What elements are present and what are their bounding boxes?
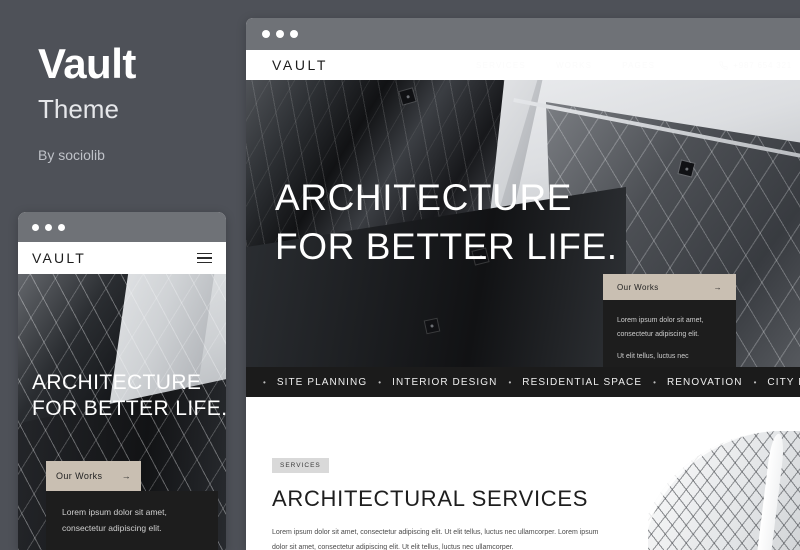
arrow-right-icon: →: [121, 471, 131, 481]
window-dot-maximize-icon[interactable]: [58, 223, 65, 231]
window-dot-close-icon[interactable]: [262, 30, 270, 38]
desktop-our-works-button[interactable]: Our Works →: [603, 274, 736, 300]
ticker-item: RESIDENTIAL SPACE: [522, 376, 643, 388]
ticker-separator: •: [753, 377, 757, 387]
desktop-intro-panel: Lorem ipsum dolor sit amet, consectetur …: [603, 300, 736, 367]
mobile-hero-line2: FOR BETTER LIFE.: [32, 397, 226, 421]
mobile-hero-heading: ARCHITECTURE FOR BETTER LIFE.: [32, 370, 226, 423]
window-dots: [262, 30, 298, 38]
mobile-navbar: VAULT: [18, 242, 226, 274]
services-body-text: Lorem ipsum dolor sit amet, consectetur …: [272, 529, 599, 550]
ticker-separator: •: [653, 377, 656, 387]
window-dot-minimize-icon[interactable]: [45, 223, 52, 231]
desktop-phone-number: +987 654 321: [733, 60, 792, 70]
desktop-preview-frame[interactable]: VAULT SERVICES WORKS PAGES +987 654 321: [246, 18, 800, 550]
mobile-browser-chrome: [18, 212, 226, 242]
ticker-item: CITY MARKS: [767, 376, 800, 388]
theme-preview-card: Vault Theme By sociolib VAULT ARCHITECTU…: [0, 0, 800, 550]
desktop-phone-link[interactable]: +987 654 321: [719, 61, 792, 70]
window-dot-minimize-icon[interactable]: [276, 30, 284, 38]
desktop-our-works-label: Our Works: [617, 282, 659, 292]
theme-author: By sociolib: [38, 147, 105, 164]
mobile-our-works-button[interactable]: Our Works →: [46, 461, 141, 491]
mobile-intro-panel: Lorem ipsum dolor sit amet, consectetur …: [46, 491, 218, 550]
desktop-browser-chrome: [246, 18, 800, 50]
desktop-logo[interactable]: VAULT: [272, 57, 328, 73]
nav-item-works[interactable]: WORKS: [556, 61, 592, 70]
window-dot-close-icon[interactable]: [32, 223, 39, 231]
ticker-item: RENOVATION: [666, 376, 743, 388]
services-badge: SERVICES: [272, 458, 329, 473]
ticker-separator: •: [378, 377, 382, 387]
window-dots: [32, 223, 65, 231]
window-dot-maximize-icon[interactable]: [290, 30, 298, 38]
nav-item-pages[interactable]: PAGES: [622, 61, 655, 70]
desktop-hero-line2: FOR BETTER LIFE.: [275, 225, 618, 267]
ticker-item: SITE PLANNING: [276, 376, 368, 388]
arrow-right-icon: →: [713, 282, 722, 292]
ticker-separator: •: [508, 377, 512, 387]
desktop-hero-heading: ARCHITECTURE FOR BETTER LIFE.: [275, 174, 618, 272]
desktop-nav-menu: SERVICES WORKS PAGES: [476, 61, 655, 70]
theme-subtitle: Theme: [38, 94, 119, 125]
desktop-intro-paragraph: Lorem ipsum dolor sit amet, consectetur …: [617, 317, 704, 338]
mobile-hero: ARCHITECTURE FOR BETTER LIFE. Our Works …: [18, 274, 226, 550]
mobile-logo[interactable]: VAULT: [32, 250, 86, 266]
phone-icon: [719, 60, 728, 70]
ticker-separator: •: [263, 377, 266, 387]
hamburger-icon[interactable]: [197, 252, 212, 264]
mobile-intro-paragraph: Ut elit tellus, luctus nec ullamcorper m…: [62, 546, 202, 550]
desktop-intro-paragraph: Ut elit tellus, luctus nec ullamcorper m…: [617, 353, 703, 367]
mobile-our-works-label: Our Works: [56, 471, 103, 481]
desktop-hero: ARCHITECTURE FOR BETTER LIFE. Our Works …: [246, 80, 800, 367]
desktop-navbar: VAULT SERVICES WORKS PAGES +987 654 321: [246, 50, 800, 80]
ticker-item: INTERIOR DESIGN: [392, 376, 498, 388]
services-section: SERVICES ARCHITECTURAL SERVICES Lorem ip…: [246, 397, 800, 550]
theme-info: Vault Theme By sociolib: [38, 40, 228, 164]
nav-item-services[interactable]: SERVICES: [476, 61, 526, 70]
services-photo: [648, 403, 800, 550]
page-title: Vault: [38, 40, 136, 87]
mobile-hero-line1: ARCHITECTURE: [32, 371, 202, 394]
mobile-preview-frame[interactable]: VAULT ARCHITECTURE FOR BETTER LIFE. Our …: [18, 212, 226, 550]
mobile-intro-paragraph: Lorem ipsum dolor sit amet, consectetur …: [62, 507, 167, 533]
desktop-hero-line1: ARCHITECTURE: [275, 177, 573, 218]
services-ticker: • SITE PLANNING • INTERIOR DESIGN • RESI…: [246, 367, 800, 397]
